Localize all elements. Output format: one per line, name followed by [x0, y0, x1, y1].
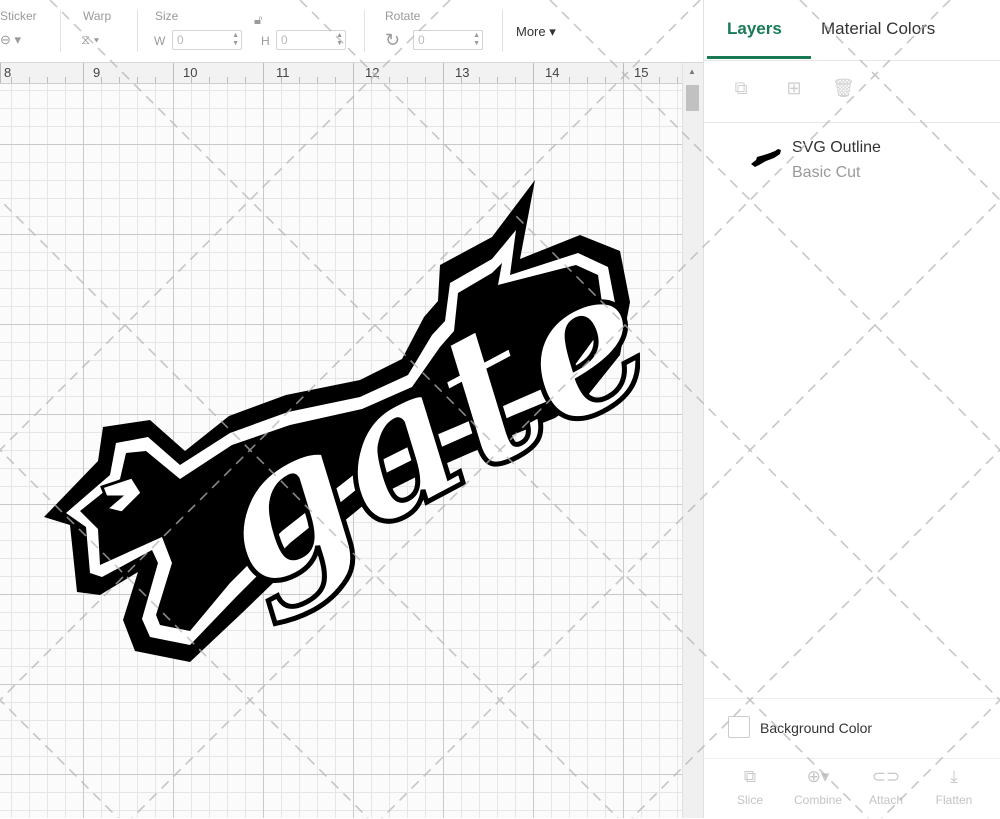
sticker-label: Sticker: [0, 9, 37, 23]
height-spinner[interactable]: ▲ ▼: [336, 32, 343, 48]
layer-name: SVG Outline: [792, 139, 881, 156]
rotate-field[interactable]: 0 ▲ ▼: [413, 30, 483, 50]
ruler-tick: 8: [4, 65, 12, 80]
layer-operation: Basic Cut: [792, 164, 861, 181]
combine-button[interactable]: ⊕▾ Combine: [788, 759, 848, 819]
rotate-icon[interactable]: ↻: [385, 30, 400, 51]
width-spinner[interactable]: ▲ ▼: [232, 32, 239, 48]
background-color-swatch[interactable]: [728, 716, 750, 738]
horizontal-ruler: 8 9 10 11 12 13 14 15: [0, 63, 683, 84]
delete-icon[interactable]: 🗑︎: [832, 78, 855, 100]
toolbar-divider: [137, 10, 138, 52]
vertical-scrollbar[interactable]: ▲: [682, 63, 703, 818]
ruler-mark: [83, 63, 84, 83]
ruler-tick: 9: [93, 65, 101, 80]
layer-thumbnail-icon: [751, 149, 781, 167]
attach-label: Attach: [868, 793, 904, 807]
lock-icon[interactable]: 🔓︎: [254, 12, 262, 28]
toolbar-divider: [60, 10, 61, 52]
tab-layers[interactable]: Layers: [727, 19, 782, 39]
height-letter: H: [261, 34, 270, 48]
height-field[interactable]: 0 ▲ ▼: [276, 30, 346, 50]
panel-tabs: Layers Material Colors: [704, 0, 1000, 61]
rotate-value: 0: [418, 33, 425, 47]
slice-label: Slice: [736, 793, 763, 807]
toolbar-divider: [364, 10, 365, 52]
size-group: Size 🔓︎ W 0 ▲ ▼ H 0 ▲ ▼: [150, 0, 350, 62]
active-tab-indicator: [707, 56, 811, 59]
combine-icon: ⊕▾: [806, 767, 830, 786]
background-color-row[interactable]: Background Color: [704, 698, 1000, 759]
ruler-mark: [353, 63, 354, 83]
ruler-tick: 11: [276, 65, 290, 80]
ruler-mark: [533, 63, 534, 83]
scrollbar-thumb[interactable]: [686, 85, 699, 111]
scroll-up-icon[interactable]: ▲: [688, 67, 696, 76]
width-letter: W: [154, 34, 166, 48]
ruler-mark: [263, 63, 264, 83]
background-color-label: Background Color: [760, 720, 873, 736]
ruler-mark: [173, 63, 174, 83]
ruler-mark: [623, 63, 624, 83]
ruler-tick: 10: [183, 65, 198, 80]
attach-button[interactable]: ⊂⊃ Attach: [856, 759, 916, 819]
more-menu-button[interactable]: More ▾: [516, 24, 556, 40]
caret-down-icon: ▾: [549, 24, 556, 39]
ruler-tick: 15: [634, 65, 649, 80]
warp-group[interactable]: Warp ⧖ ▾: [75, 0, 135, 62]
layer-actions: ⧉ Slice ⊕▾ Combine ⊂⊃ Attach ⤓ Flatten: [704, 758, 1000, 819]
design-canvas[interactable]: 8 9 10 11 12 13 14 15 ▲ gate: [0, 63, 703, 818]
ruler-tick: 12: [365, 65, 380, 80]
flatten-label: Flatten: [935, 793, 973, 807]
layer-toolbar: ⧉ ⊞ 🗑︎: [704, 62, 1000, 123]
svg-outline-design[interactable]: gate: [40, 175, 640, 665]
width-field[interactable]: 0 ▲ ▼: [172, 30, 242, 50]
layer-item[interactable]: SVG Outline Basic Cut: [704, 123, 1000, 193]
width-value: 0: [177, 33, 184, 47]
duplicate-icon[interactable]: ⊞: [783, 78, 805, 100]
more-label: More: [516, 24, 546, 39]
sticker-icon[interactable]: ⊖ ▾: [0, 32, 21, 48]
edit-toolbar: Sticker ⊖ ▾ Warp ⧖ ▾ Size 🔓︎ W 0 ▲ ▼ H 0 …: [0, 0, 703, 63]
warp-label: Warp: [83, 9, 112, 23]
rotate-group: Rotate ↻ 0 ▲ ▼: [383, 0, 503, 62]
size-label: Size: [155, 9, 179, 23]
toolbar-divider: [502, 10, 503, 52]
rotate-spinner[interactable]: ▲ ▼: [473, 32, 480, 48]
ruler-mark: [443, 63, 444, 83]
right-panel: Layers Material Colors ⧉ ⊞ 🗑︎ SVG Outlin…: [703, 0, 1000, 818]
slice-button[interactable]: ⧉ Slice: [720, 759, 780, 819]
flatten-button[interactable]: ⤓ Flatten: [924, 759, 984, 819]
combine-label: Combine: [793, 793, 843, 807]
ruler-tick: 13: [455, 65, 470, 80]
paperclip-icon: ⊂⊃: [871, 767, 901, 786]
ruler-mark: [0, 63, 1, 83]
sticker-group[interactable]: Sticker ⊖ ▾: [0, 0, 58, 62]
flatten-icon: ⤓: [950, 767, 958, 786]
rotate-label: Rotate: [385, 9, 421, 23]
warp-icon[interactable]: ⧖ ▾: [81, 32, 99, 48]
height-value: 0: [281, 33, 288, 47]
ruler-tick: 14: [545, 65, 560, 80]
tab-material-colors[interactable]: Material Colors: [821, 19, 935, 39]
slice-icon: ⧉: [743, 767, 757, 786]
group-icon[interactable]: ⧉: [730, 78, 752, 100]
